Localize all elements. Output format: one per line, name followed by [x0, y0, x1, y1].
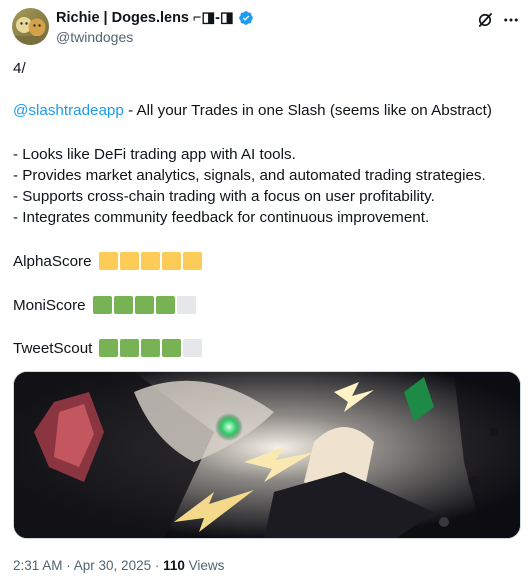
- bullet-line: - Provides market analytics, signals, an…: [13, 167, 486, 184]
- score-label: MoniScore: [13, 296, 86, 314]
- timestamp[interactable]: 2:31 AM · Apr 30, 2025 ·: [13, 558, 163, 573]
- mention-link[interactable]: @slashtradeapp: [13, 102, 124, 119]
- score-square-filled: [140, 252, 160, 270]
- score-square-filled: [120, 339, 140, 357]
- score-square-filled: [182, 252, 202, 270]
- score-squares: [92, 296, 196, 314]
- score-square-filled: [99, 339, 119, 357]
- score-row-tweetscout: TweetScout: [13, 339, 203, 357]
- thread-number: 4/: [13, 60, 26, 77]
- avatar[interactable]: [12, 8, 49, 45]
- anime-illustration: [14, 372, 520, 538]
- intro-text: - All your Trades in one Slash (seems li…: [123, 102, 492, 119]
- score-squares: [99, 339, 203, 357]
- score-squares: [98, 252, 202, 270]
- score-square-filled: [134, 296, 154, 314]
- score-label: TweetScout: [13, 339, 93, 357]
- tweet-header: Richie | Doges.lens ⌐◨-◨ @twindoges: [12, 8, 520, 48]
- verified-badge-icon: [238, 11, 253, 25]
- score-square-empty: [176, 296, 196, 314]
- grok-icon[interactable]: [476, 11, 494, 29]
- bullet-line: - Integrates community feedback for cont…: [13, 209, 430, 226]
- views-label: Views: [184, 558, 225, 573]
- score-square-empty: [183, 339, 203, 357]
- score-square-filled: [162, 339, 182, 357]
- tweet-metadata: 2:31 AM · Apr 30, 2025 · 110 Views: [13, 558, 224, 573]
- score-square-filled: [141, 339, 161, 357]
- display-name[interactable]: Richie | Doges.lens ⌐◨-◨: [56, 10, 234, 26]
- score-square-filled: [161, 252, 181, 270]
- views-count: 110: [163, 558, 185, 573]
- bullet-line: - Supports cross-chain trading with a fo…: [13, 188, 435, 205]
- score-label: AlphaScore: [13, 252, 92, 270]
- handle[interactable]: @twindoges: [56, 29, 133, 45]
- name-row: Richie | Doges.lens ⌐◨-◨: [56, 10, 254, 26]
- tweet-image[interactable]: [13, 371, 521, 539]
- score-square-filled: [113, 296, 133, 314]
- score-square-filled: [119, 252, 139, 270]
- score-square-filled: [92, 296, 112, 314]
- more-icon[interactable]: [502, 11, 520, 29]
- tweet-intro-line: @slashtradeapp - All your Trades in one …: [13, 100, 492, 121]
- bullet-line: - Looks like DeFi trading app with AI to…: [13, 146, 296, 163]
- score-row-alphascore: AlphaScore: [13, 252, 202, 270]
- score-square-filled: [98, 252, 118, 270]
- score-square-filled: [155, 296, 175, 314]
- score-row-moniscore: MoniScore: [13, 296, 196, 314]
